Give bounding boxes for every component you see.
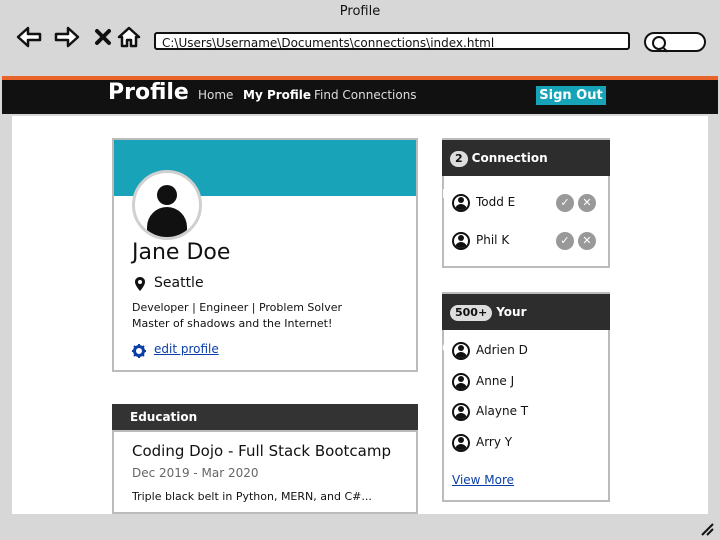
connection-row[interactable]: Arry Y xyxy=(452,431,512,453)
reject-x-icon[interactable]: ✕ xyxy=(578,193,596,212)
connections-header: 500+ Your Connections xyxy=(442,294,610,355)
connection-name[interactable]: Arry Y xyxy=(476,435,512,449)
user-icon xyxy=(452,433,470,452)
location-pin-icon xyxy=(134,276,146,292)
search-icon xyxy=(652,36,666,50)
reject-x-icon[interactable]: ✕ xyxy=(578,231,596,250)
back-arrow-icon[interactable] xyxy=(16,24,42,50)
education-dates: Dec 2019 - Mar 2020 xyxy=(132,466,259,480)
gear-icon[interactable] xyxy=(132,343,146,358)
view-more-link[interactable]: View More xyxy=(452,473,514,487)
resize-grip-icon[interactable] xyxy=(698,520,714,536)
connection-name[interactable]: Adrien D xyxy=(476,343,528,357)
connection-row[interactable]: Anne J xyxy=(452,370,514,392)
profile-bio-line2: Master of shadows and the Internet! xyxy=(132,317,333,330)
user-icon xyxy=(452,372,470,391)
request-name[interactable]: Todd E xyxy=(476,191,552,213)
connections-count-badge: 500+ xyxy=(450,304,493,321)
education-header: Education xyxy=(112,404,418,430)
user-icon xyxy=(452,341,470,360)
edit-profile-link[interactable]: edit profile xyxy=(154,342,219,356)
url-input[interactable]: C:\Users\Username\Documents\connections\… xyxy=(154,32,630,50)
profile-name: Jane Doe xyxy=(132,240,231,265)
connection-row[interactable]: Adrien D xyxy=(452,339,528,361)
browser-search-input[interactable] xyxy=(644,32,706,52)
user-icon xyxy=(452,193,470,212)
request-row[interactable]: Todd E ✓ ✕ xyxy=(452,191,602,213)
window-title: Profile xyxy=(339,4,381,19)
nav-my-profile[interactable]: My Profile xyxy=(243,88,311,102)
connection-name[interactable]: Alayne T xyxy=(476,404,528,418)
connection-name[interactable]: Anne J xyxy=(476,374,514,388)
nav-find-connections[interactable]: Find Connections xyxy=(314,88,417,102)
forward-arrow-icon[interactable] xyxy=(54,24,80,50)
profile-bio-line1: Developer | Engineer | Problem Solver xyxy=(132,301,342,314)
request-name[interactable]: Phil K xyxy=(476,229,552,251)
requests-count-badge: 2 xyxy=(450,150,468,167)
education-description: Triple black belt in Python, MERN, and C… xyxy=(132,490,372,503)
profile-location: Seattle xyxy=(154,275,204,291)
user-icon xyxy=(452,231,470,250)
close-x-icon[interactable] xyxy=(90,24,116,50)
education-title: Coding Dojo - Full Stack Bootcamp xyxy=(132,442,391,460)
accept-check-icon[interactable]: ✓ xyxy=(556,193,574,212)
accept-check-icon[interactable]: ✓ xyxy=(556,231,574,250)
status-bar xyxy=(0,514,720,540)
profile-avatar xyxy=(132,170,202,240)
request-row[interactable]: Phil K ✓ ✕ xyxy=(452,229,602,251)
user-icon xyxy=(452,402,470,421)
connection-requests-header: 2 Connection Requests xyxy=(442,140,610,201)
connection-row[interactable]: Alayne T xyxy=(452,400,528,422)
home-icon[interactable] xyxy=(116,24,142,50)
brand-logo[interactable]: Profile xyxy=(108,80,189,105)
nav-home[interactable]: Home xyxy=(198,88,233,102)
sign-out-button[interactable]: Sign Out xyxy=(536,86,606,105)
